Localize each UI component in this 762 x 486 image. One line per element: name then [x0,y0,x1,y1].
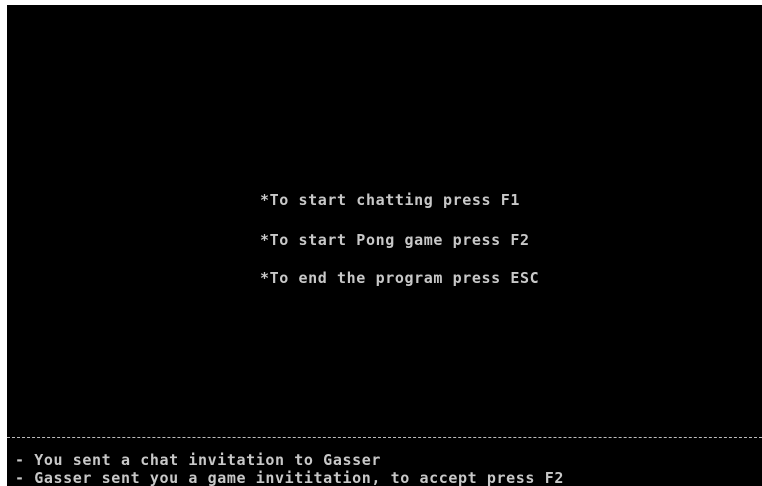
status-divider [7,437,762,438]
menu-option-start-pong: *To start Pong game press F2 [260,231,530,249]
menu-option-exit: *To end the program press ESC [260,269,540,287]
menu-option-start-chat: *To start chatting press F1 [260,191,521,209]
console-screen: *To start chatting press F1 *To start Po… [7,5,762,486]
status-message-chat-invite: - You sent a chat invitation to Gasser [15,451,381,469]
status-message-game-invite: - Gasser sent you a game invititation, t… [15,469,564,486]
